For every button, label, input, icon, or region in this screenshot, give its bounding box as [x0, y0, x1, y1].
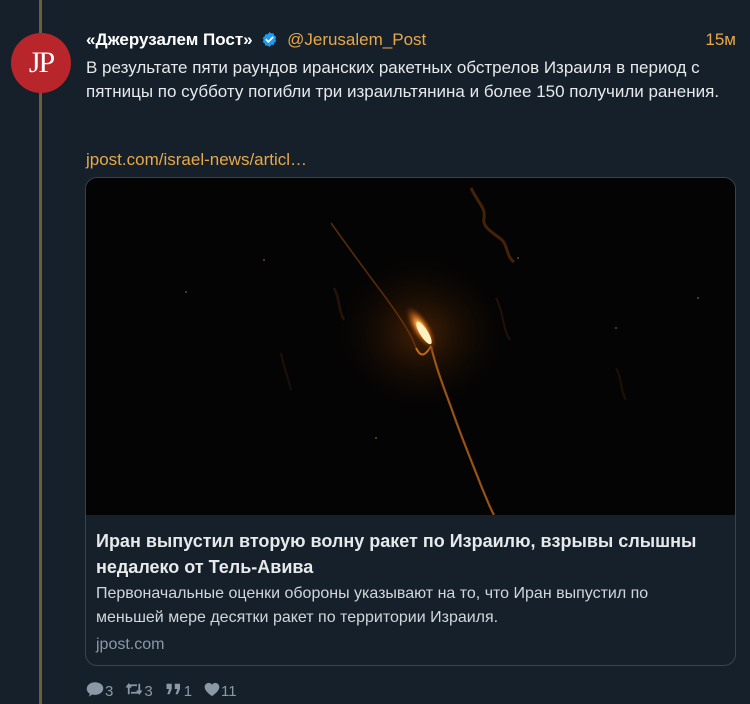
display-name[interactable]: «Джерузалем Пост»: [86, 30, 253, 49]
retweet-icon: [125, 681, 144, 701]
handle[interactable]: @Jerusalem_Post: [287, 30, 426, 49]
heart-icon: [204, 682, 221, 701]
article-link[interactable]: jpost.com/israel-news/articl…: [86, 148, 307, 172]
reply-count: 3: [105, 682, 114, 700]
quote-count: 1: [183, 682, 193, 700]
like-count: 11: [221, 682, 237, 700]
missile-night-photo: [86, 178, 735, 516]
tweet-header: «Джерузалем Пост» @Jerusalem_Post 15м: [86, 28, 736, 52]
verified-badge-icon: [261, 31, 278, 55]
thread-line: [39, 0, 42, 704]
retweet-button[interactable]: 3: [125, 681, 153, 701]
reply-button[interactable]: 3: [86, 681, 113, 701]
quote-button[interactable]: 1: [165, 681, 192, 701]
card-image[interactable]: [86, 178, 735, 516]
tweet-text: В результате пяти раундов иранских ракет…: [86, 58, 720, 101]
avatar-logo: JP: [28, 46, 55, 79]
avatar[interactable]: JP: [11, 33, 71, 93]
link-card[interactable]: Иран выпустил вторую волну ракет по Изра…: [85, 177, 736, 666]
action-bar: 3 3 1 11: [86, 681, 249, 701]
tweet[interactable]: JP «Джерузалем Пост» @Jerusalem_Post 15м…: [0, 0, 750, 704]
quote-icon: [165, 681, 184, 701]
card-description: Первоначальные оценки обороны указывают …: [96, 585, 649, 626]
reply-icon: [86, 681, 105, 701]
timestamp[interactable]: 15м: [705, 28, 736, 52]
retweet-count: 3: [144, 682, 153, 700]
card-domain: jpost.com: [96, 636, 165, 653]
card-title[interactable]: Иран выпустил вторую волну ракет по Изра…: [96, 528, 716, 580]
like-button[interactable]: 11: [204, 682, 237, 701]
